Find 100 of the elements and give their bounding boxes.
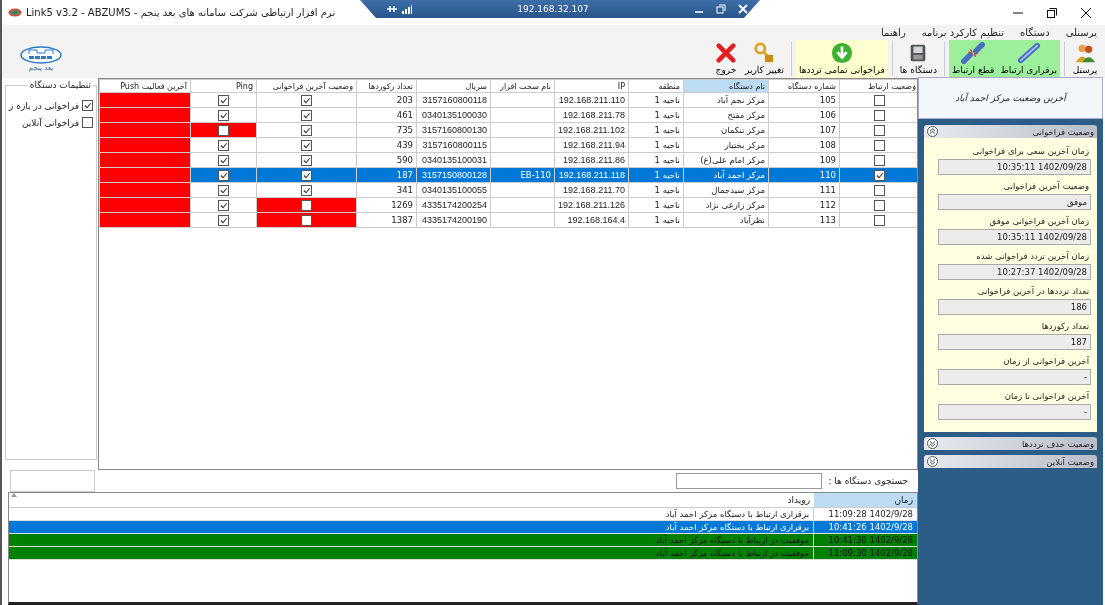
checkbox[interactable] (301, 109, 312, 121)
search-field[interactable] (676, 473, 823, 489)
checkbox[interactable] (301, 139, 312, 151)
menu-item[interactable]: پرسنلی (1065, 27, 1097, 38)
checkbox[interactable] (874, 109, 885, 121)
checkbox[interactable] (301, 184, 312, 196)
column-header[interactable]: Ping (190, 79, 257, 93)
close-icon[interactable] (1081, 7, 1091, 18)
checkbox[interactable] (218, 214, 229, 226)
readonly-field: 187 (938, 334, 1091, 350)
table-cell: 111 (768, 182, 840, 198)
table-cell-text: موفقیت در ارتباط با دستگاه مرکز احمد آباد (654, 534, 810, 546)
menu-item[interactable]: دستگاه (1020, 27, 1050, 38)
table-cell: 1402/9/28 10:41:30 (813, 534, 917, 546)
checkbox[interactable] (218, 139, 229, 151)
column-header[interactable]: IP (554, 79, 629, 93)
column-header[interactable]: تعداد رکوردها (356, 79, 417, 93)
pin-icon[interactable] (386, 4, 398, 14)
section-header[interactable]: وضعیت حذف ترددها (924, 437, 1097, 450)
group-title: تنظیمات دستگاه (28, 80, 93, 90)
table-cell: 1402/9/28 10:41:26 (813, 521, 917, 533)
checkbox[interactable] (301, 214, 312, 226)
column-header[interactable]: آخرین فعالیت Push (99, 79, 191, 93)
toolbar-button[interactable]: قطع ارتباط (948, 40, 998, 78)
panel-title: آخرین وضعیت مرکز احمد آباد (955, 93, 1066, 103)
section-header[interactable]: وضعیت آنلاین (924, 455, 1097, 468)
column-header[interactable]: وضعیت آخرین فراخوانی (256, 79, 357, 93)
checkbox[interactable] (218, 199, 229, 211)
checkbox[interactable] (874, 154, 885, 166)
field-label: زمان آخرین سعی برای فراخوانی (971, 146, 1089, 156)
readonly-field: 186 (938, 299, 1091, 315)
checkbox[interactable] (301, 124, 312, 136)
readonly-field: - (938, 404, 1091, 420)
section-title: وضعیت آنلاین (1046, 456, 1094, 467)
unplug-icon (960, 42, 987, 64)
checkbox[interactable] (82, 100, 94, 111)
table-cell: مرکز بختیار (683, 137, 769, 153)
section-title: وضعیت فراخوانی (1032, 126, 1094, 137)
chevron-icon[interactable] (927, 126, 938, 137)
toolbar-button[interactable]: فراخوانی تمامی ترددها (795, 40, 888, 78)
checkbox[interactable] (218, 169, 229, 181)
checkbox[interactable] (82, 117, 94, 128)
column-header[interactable]: منطقه (628, 79, 684, 93)
chevron-icon[interactable] (927, 456, 938, 467)
column-header[interactable]: نام دستگاه (683, 79, 769, 93)
checkbox[interactable] (218, 109, 229, 121)
checkbox[interactable] (301, 169, 312, 181)
table-cell: 590 (356, 152, 417, 168)
table-cell: نظرآباد (683, 212, 769, 228)
table-cell: 192.168.211.126 (554, 197, 629, 213)
chevron-icon[interactable] (927, 438, 938, 449)
checkbox[interactable] (874, 184, 885, 196)
field-label: آخرین فراخوانی تا زمان (1003, 391, 1089, 401)
table-cell: 187 (356, 167, 417, 183)
field-label: تعداد رکوردها (1040, 321, 1089, 331)
menu-item[interactable]: راهنما (881, 27, 906, 38)
table-cell: مرکز احمد آباد (683, 167, 769, 183)
toolbar-button[interactable]: برقراری ارتباط (997, 40, 1060, 78)
column-header[interactable]: رویداد (17, 493, 814, 507)
checkbox[interactable] (218, 124, 229, 136)
column-header[interactable]: زمان (814, 493, 917, 507)
table-cell-text: موفقیت در ارتباط با دستگاه مرکز احمد آباد (654, 547, 810, 559)
section-header[interactable]: وضعیت فراخوانی (924, 125, 1097, 138)
column-header[interactable]: سریال (416, 79, 491, 93)
toolbar-button[interactable]: تغییر کاربر (741, 40, 787, 78)
checkbox[interactable] (874, 199, 885, 211)
checkbox[interactable] (218, 154, 229, 166)
table-cell: ناحیه 1 (628, 137, 684, 153)
column-header[interactable]: نام سخت افزار (490, 79, 555, 93)
column-header[interactable]: شماره دستگاه (768, 79, 840, 93)
checkbox[interactable] (301, 94, 312, 106)
table-cell: 192.168.211.70 (554, 182, 629, 198)
toolbar-button[interactable]: دستگاه ها (896, 40, 940, 78)
table-cell: 3157160800130 (416, 122, 491, 138)
table-cell: مرکز نجم آباد (683, 92, 769, 108)
table-cell: 112 (768, 197, 840, 213)
table-cell: 439 (356, 137, 417, 153)
restore-icon[interactable] (1047, 7, 1057, 18)
table-cell: مرکز امام علی(ع) (683, 152, 769, 168)
checkbox[interactable] (874, 214, 885, 226)
table-cell: 0340135100031 (416, 152, 491, 168)
table-cell: ناحیه 1 (628, 92, 684, 108)
checkbox[interactable] (301, 199, 312, 211)
table-cell: 4335174200190 (416, 212, 491, 228)
checkbox[interactable] (874, 94, 885, 106)
toolbar-button[interactable]: خروج (709, 40, 742, 78)
logo-icon (20, 46, 62, 64)
table-cell: 203 (356, 92, 417, 108)
checkbox[interactable] (218, 184, 229, 196)
table-cell: ناحیه 1 (628, 167, 684, 183)
checkbox[interactable] (874, 139, 885, 151)
column-header[interactable]: وضعیت ارتباط (839, 79, 917, 93)
signal-icon (402, 4, 412, 14)
table-cell: 4335174200254 (416, 197, 491, 213)
sort-icon[interactable] (11, 493, 17, 497)
menu-item[interactable]: تنظیم کارکرد برنامه (921, 27, 1004, 38)
checkbox[interactable] (301, 154, 312, 166)
checkbox[interactable] (218, 94, 229, 106)
checkbox[interactable] (874, 124, 885, 136)
checkbox[interactable] (874, 169, 885, 181)
